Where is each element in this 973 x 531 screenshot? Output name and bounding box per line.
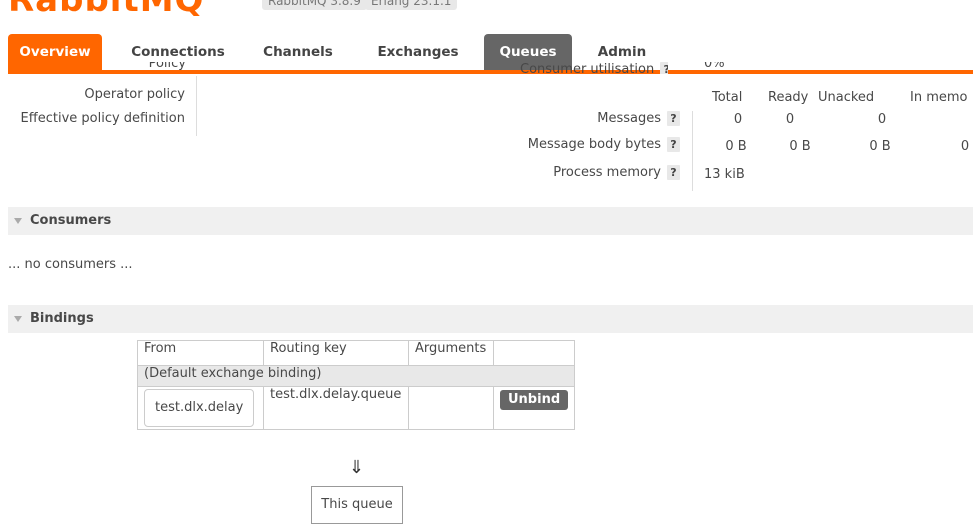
consumer-utilisation-value: 0% bbox=[704, 62, 725, 71]
down-arrow-icon: ⇓ bbox=[349, 457, 365, 478]
col-routing-key: Routing key bbox=[263, 340, 409, 366]
unbind-button[interactable]: Unbind bbox=[500, 390, 569, 410]
col-ready: Ready bbox=[768, 90, 809, 105]
bindings-section-header[interactable]: Bindings bbox=[8, 305, 973, 333]
bindings-header-row: From Routing key Arguments bbox=[137, 340, 576, 366]
details-divider bbox=[196, 76, 197, 136]
binding-routing-key: test.dlx.delay.queue bbox=[263, 386, 409, 430]
rabbitmq-version-badge: RabbitMQ 3.8.9 bbox=[262, 0, 367, 10]
col-total: Total bbox=[712, 90, 743, 105]
col-actions bbox=[492, 340, 576, 366]
help-icon[interactable]: ? bbox=[667, 165, 680, 180]
tab-channels[interactable]: Channels bbox=[256, 34, 340, 70]
no-consumers-text: ... no consumers ... bbox=[8, 257, 133, 272]
collapse-triangle-icon bbox=[14, 217, 22, 224]
process-memory-value: 13 kiB bbox=[704, 167, 745, 182]
body-bytes-ready: 0 B bbox=[789, 139, 811, 154]
logo-text: RabbitMQ bbox=[8, 0, 205, 20]
effective-policy-label: Effective policy definition bbox=[20, 111, 185, 126]
consumer-utilisation-label: Consumer utilisation? bbox=[520, 62, 668, 74]
message-body-bytes-label: Message body bytes? bbox=[500, 137, 680, 152]
body-bytes-in-memory: 0 bbox=[960, 139, 970, 154]
stats-divider bbox=[692, 111, 693, 191]
help-icon[interactable]: ? bbox=[667, 111, 680, 126]
messages-label: Messages? bbox=[520, 111, 680, 126]
collapse-triangle-icon bbox=[14, 315, 22, 322]
this-queue-box: This queue bbox=[311, 486, 403, 524]
col-in-memory: In memo bbox=[910, 90, 968, 105]
operator-policy-label: Operator policy bbox=[84, 87, 185, 102]
col-arguments: Arguments bbox=[408, 340, 494, 366]
body-bytes-unacked: 0 B bbox=[869, 139, 891, 154]
consumers-section-header[interactable]: Consumers bbox=[8, 207, 973, 235]
help-icon[interactable]: ? bbox=[667, 137, 680, 152]
binding-source-exchange[interactable]: test.dlx.delay bbox=[144, 389, 255, 427]
tab-overview[interactable]: Overview bbox=[8, 34, 102, 70]
erlang-version-badge: Erlang 23.1.1 bbox=[365, 0, 458, 10]
table-row: test.dlx.delay test.dlx.delay.queue Unbi… bbox=[137, 386, 576, 430]
col-unacked: Unacked bbox=[818, 90, 875, 105]
help-icon[interactable]: ? bbox=[660, 62, 668, 74]
process-memory-label: Process memory? bbox=[520, 165, 680, 180]
messages-ready: 0 bbox=[785, 112, 795, 127]
tab-exchanges[interactable]: Exchanges bbox=[368, 34, 468, 70]
messages-unacked: 0 bbox=[877, 112, 887, 127]
messages-total: 0 bbox=[733, 112, 743, 127]
rabbitmq-logo[interactable]: RabbitMQTM bbox=[8, 0, 227, 20]
default-binding-label: (Default exchange binding) bbox=[136, 365, 576, 387]
bindings-table: From Routing key Arguments (Default exch… bbox=[136, 340, 576, 430]
col-from: From bbox=[137, 340, 264, 366]
body-bytes-total: 0 B bbox=[725, 139, 747, 154]
default-binding-row: (Default exchange binding) bbox=[136, 365, 576, 387]
binding-arguments bbox=[408, 386, 494, 430]
policy-label: Policy bbox=[148, 62, 186, 71]
